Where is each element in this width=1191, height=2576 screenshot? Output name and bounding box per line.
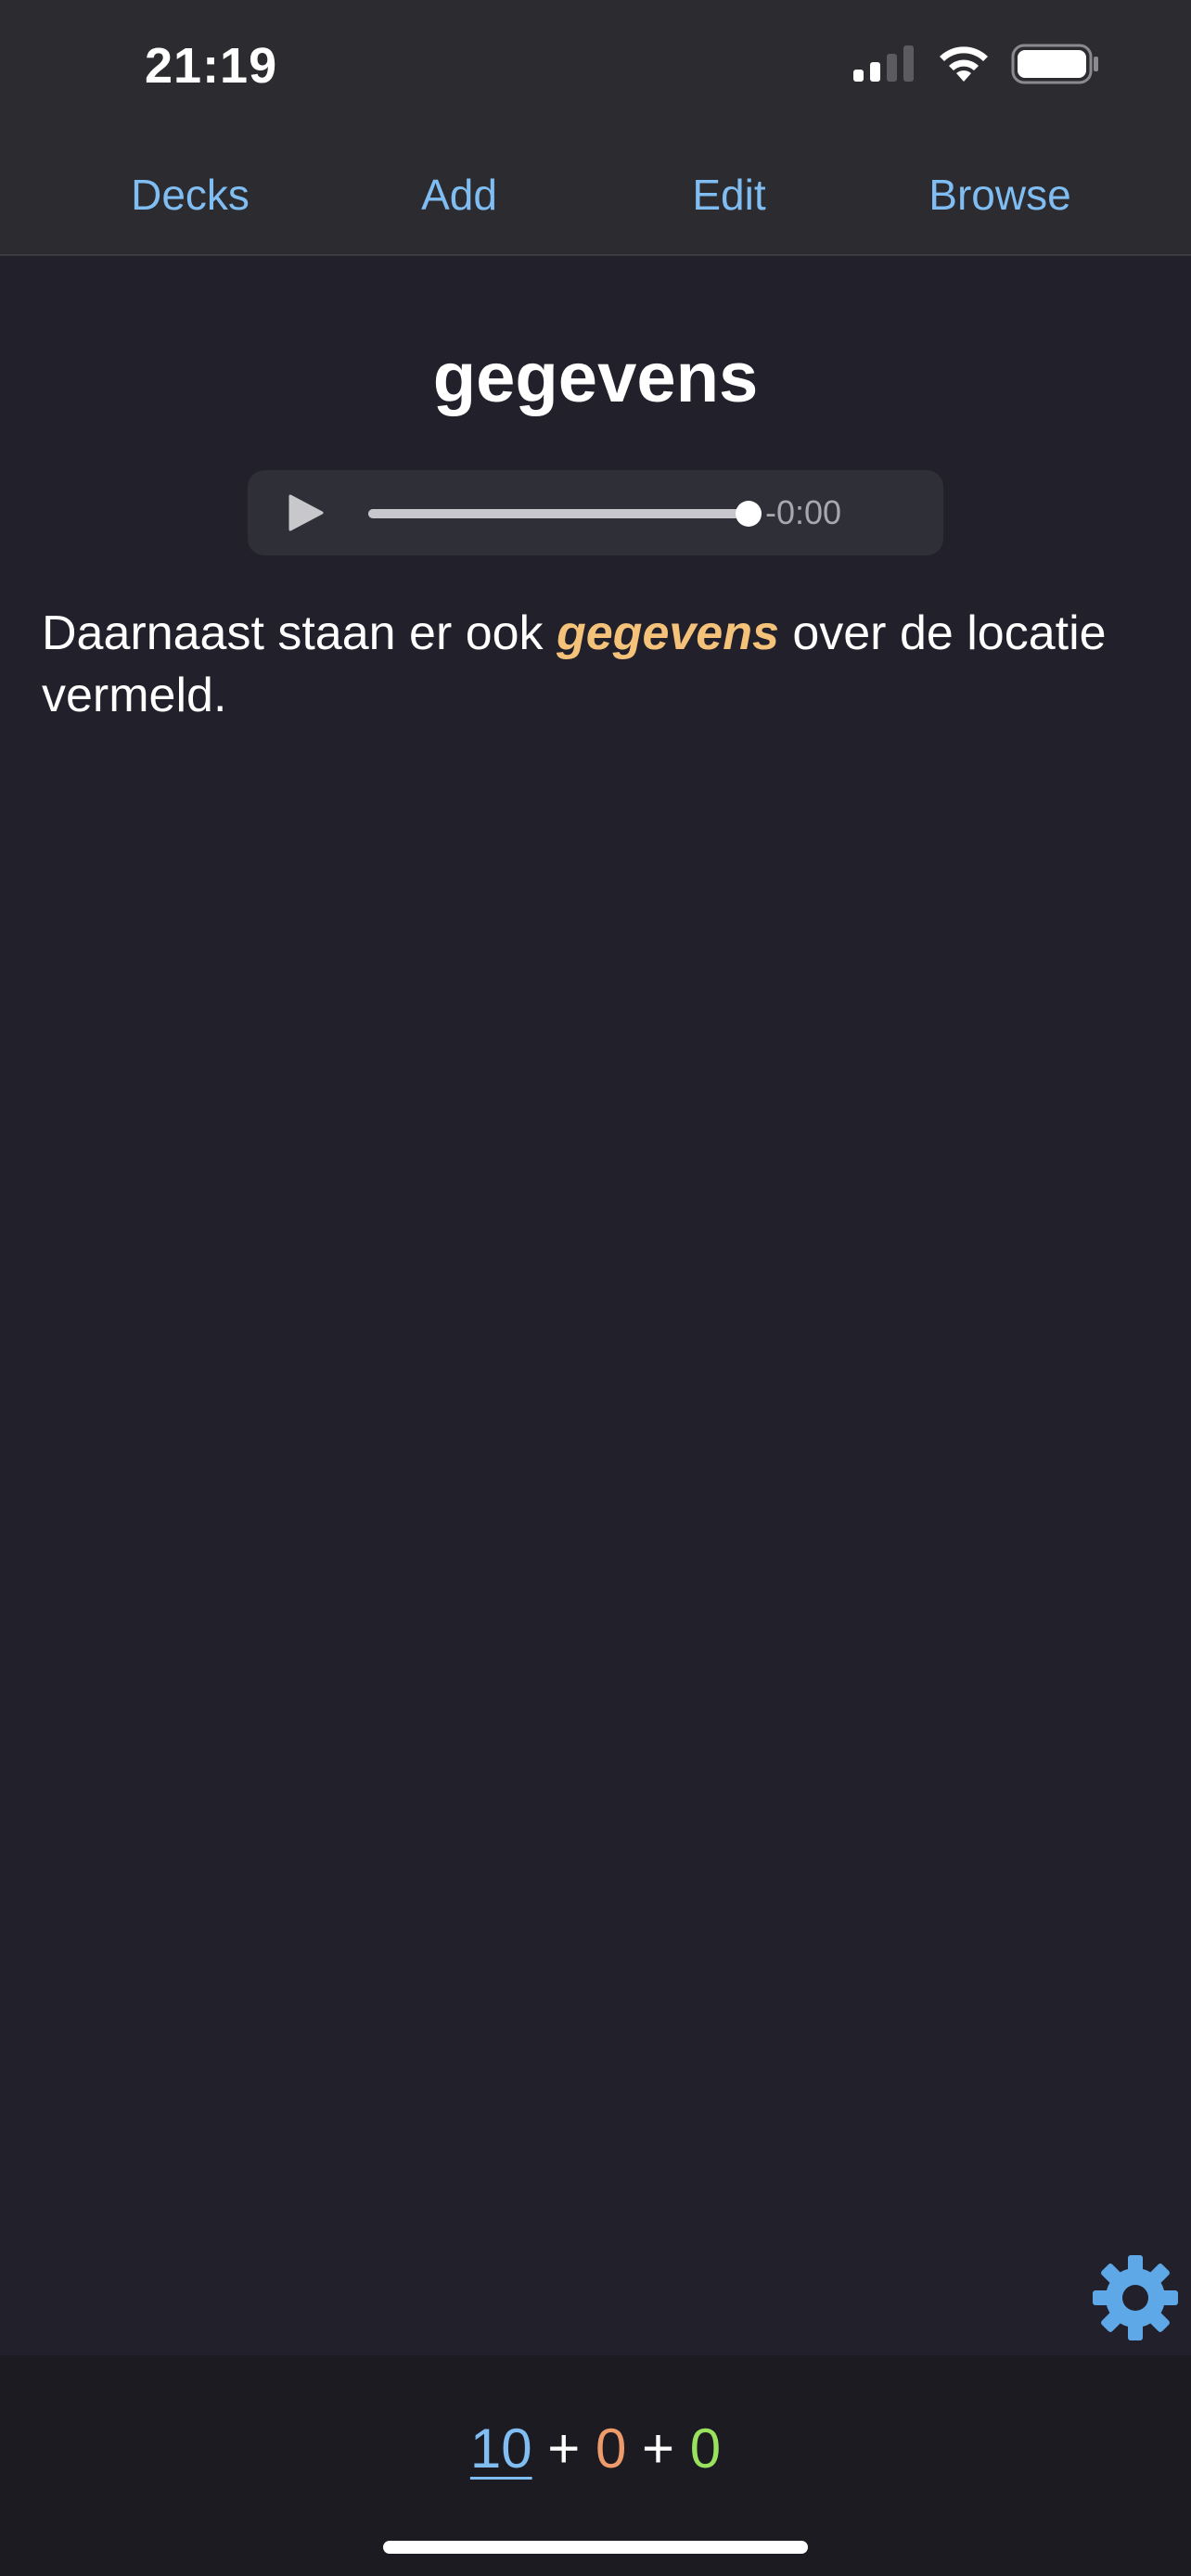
- home-indicator: [383, 2541, 808, 2554]
- status-icons: [852, 43, 1100, 85]
- nav-add-link[interactable]: Add: [421, 158, 497, 232]
- due-counts: 10 + 0 + 0: [0, 2417, 1191, 2480]
- audio-progress-track[interactable]: [368, 501, 762, 527]
- example-sentence: Daarnaast staan er ook gegevens over de …: [42, 603, 1155, 727]
- review-screen: 21:19 Decks Add Edit Browse gegevens -0:…: [0, 0, 1191, 2576]
- audio-progress-fill: [368, 509, 749, 518]
- count-separator: +: [547, 2417, 581, 2480]
- cellular-signal-icon: [853, 45, 914, 82]
- learning-count: 0: [596, 2417, 627, 2480]
- count-separator: +: [642, 2417, 675, 2480]
- battery-icon: [1011, 44, 1098, 84]
- nav-bar: Decks Add Edit Browse: [0, 158, 1191, 232]
- new-count[interactable]: 10: [470, 2417, 532, 2480]
- sentence-highlighted-word: gegevens: [557, 606, 779, 660]
- review-count: 0: [689, 2417, 722, 2480]
- card-word: gegevens: [432, 338, 759, 417]
- status-time: 21:19: [145, 38, 278, 94]
- play-icon[interactable]: [285, 494, 326, 531]
- gear-icon[interactable]: [1089, 2251, 1182, 2344]
- top-chrome: 21:19 Decks Add Edit Browse: [0, 0, 1191, 256]
- wifi-icon: [940, 46, 988, 82]
- nav-edit-link[interactable]: Edit: [692, 158, 765, 232]
- nav-decks-link[interactable]: Decks: [131, 158, 250, 232]
- audio-time-remaining: -0:00: [765, 493, 842, 531]
- audio-player: -0:00: [248, 470, 943, 555]
- audio-scrubber-handle[interactable]: [736, 501, 762, 527]
- sentence-text-before: Daarnaast staan er ook: [42, 606, 557, 660]
- nav-browse-link[interactable]: Browse: [928, 158, 1070, 232]
